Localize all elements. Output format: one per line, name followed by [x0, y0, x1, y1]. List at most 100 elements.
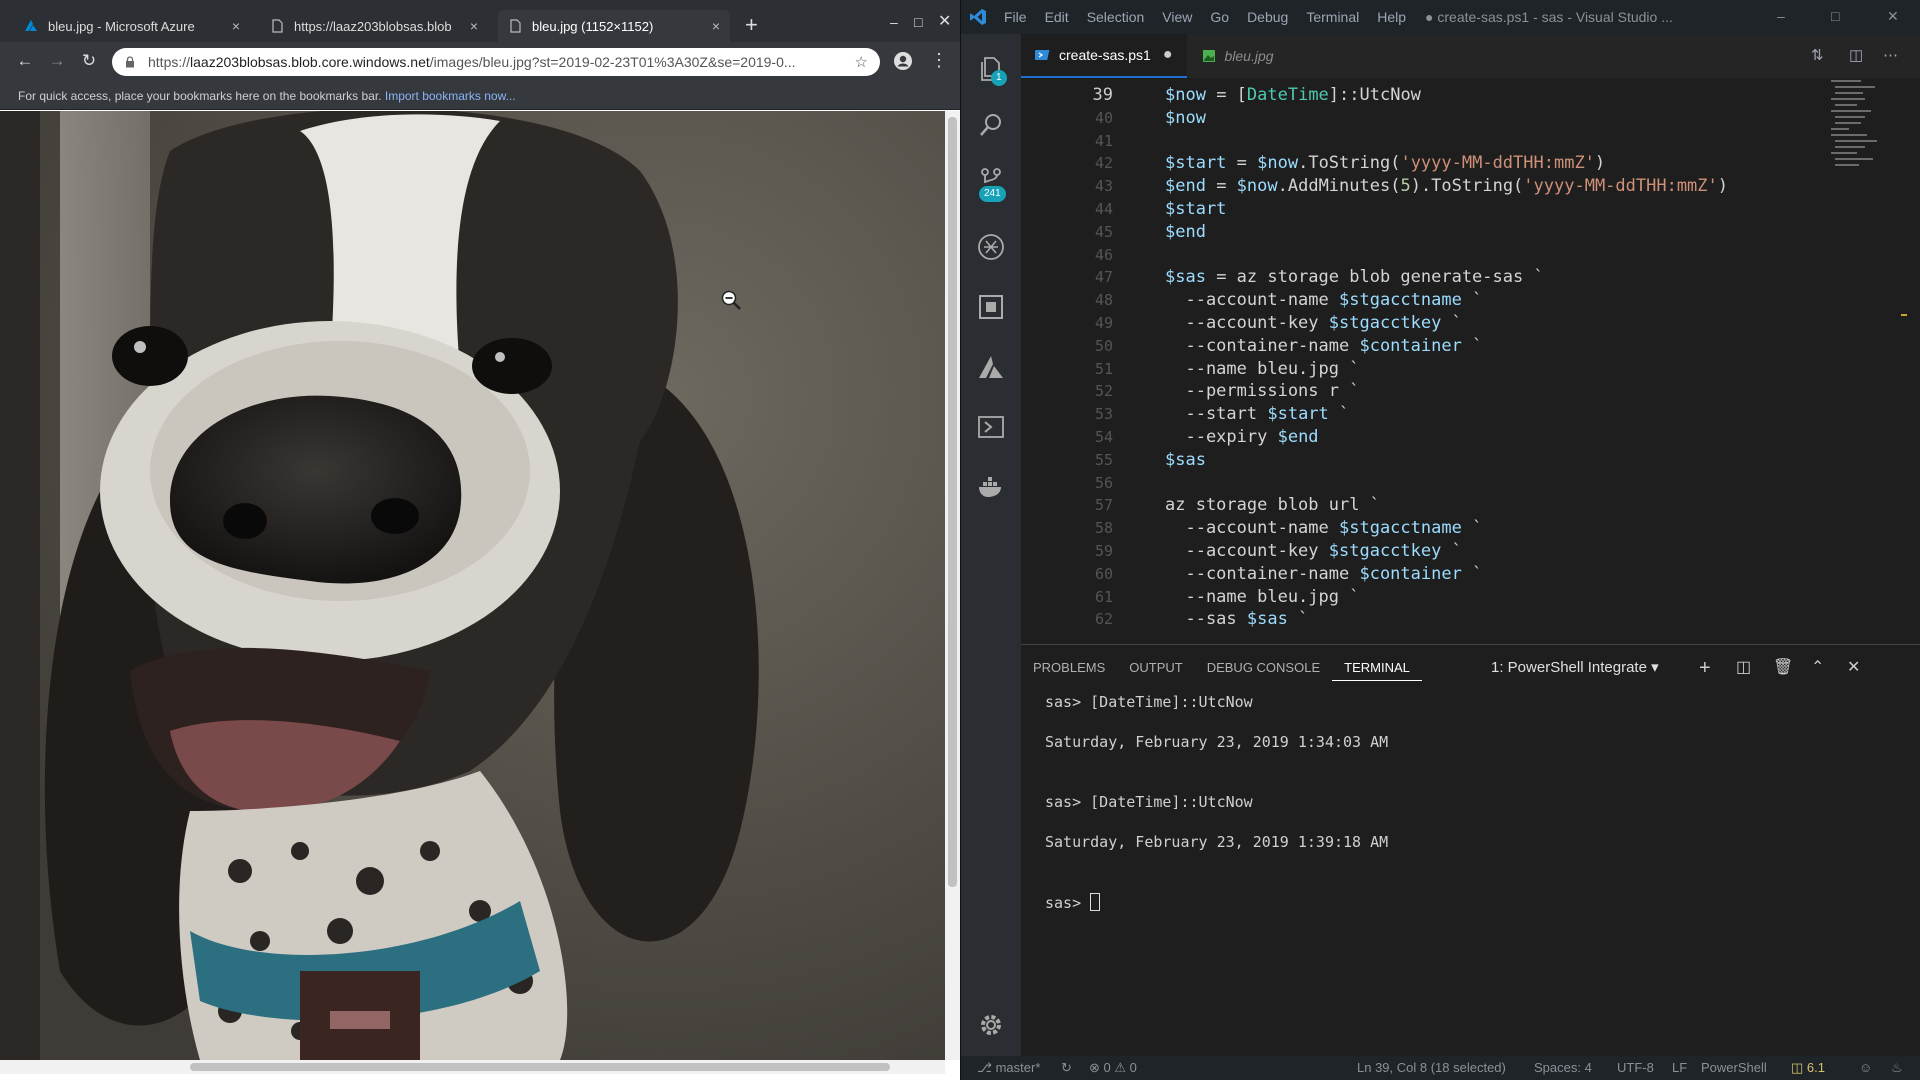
- end-of-line[interactable]: LF: [1672, 1060, 1687, 1075]
- code-line[interactable]: 57 az storage blob url `: [1021, 494, 1861, 517]
- explorer-icon[interactable]: 1: [961, 44, 1021, 94]
- cursor-position[interactable]: Ln 39, Col 8 (18 selected): [1357, 1060, 1506, 1075]
- powershell-icon[interactable]: [961, 402, 1021, 452]
- maximize-icon[interactable]: □: [1831, 8, 1839, 24]
- tab-create-sas[interactable]: create-sas.ps1 ●: [1021, 34, 1187, 78]
- code-editor[interactable]: 39 $now = [DateTime]::UtcNow 40 $now 41 42 $st…: [1021, 78, 1861, 644]
- menu-debug[interactable]: Debug: [1238, 9, 1297, 25]
- maximize-icon[interactable]: □: [914, 12, 922, 32]
- code-line[interactable]: 59 --account-key $stgacctkey `: [1021, 540, 1861, 563]
- tab-terminal[interactable]: TERMINAL: [1332, 657, 1422, 681]
- code-line[interactable]: 58 --account-name $stgacctname `: [1021, 517, 1861, 540]
- new-tab-button[interactable]: +: [745, 12, 758, 38]
- language-mode[interactable]: PowerShell: [1701, 1060, 1767, 1075]
- git-branch[interactable]: ⎇ master*: [977, 1060, 1040, 1076]
- scroll-thumb[interactable]: [948, 117, 957, 887]
- minimize-icon[interactable]: –: [890, 12, 898, 32]
- line-number: 60: [1094, 564, 1113, 583]
- tab-output[interactable]: OUTPUT: [1117, 657, 1194, 681]
- tab-bleu-jpg[interactable]: bleu.jpg: [1187, 34, 1288, 78]
- extensions-icon[interactable]: [961, 282, 1021, 332]
- browser-toolbar: ← → ↻ https://laaz203blobsas.blob.core.w…: [0, 42, 960, 80]
- menu-help[interactable]: Help: [1368, 9, 1415, 25]
- tab-problems[interactable]: PROBLEMS: [1021, 657, 1117, 681]
- code-line[interactable]: 46: [1021, 244, 1861, 267]
- code-line[interactable]: 39 $now = [DateTime]::UtcNow: [1021, 84, 1861, 107]
- terminal-prompt[interactable]: sas>: [1045, 893, 1101, 912]
- code-line[interactable]: 41: [1021, 130, 1861, 153]
- new-terminal-icon[interactable]: +: [1699, 657, 1711, 679]
- open-changes-icon[interactable]: ⇅: [1811, 46, 1824, 64]
- code-line[interactable]: 43 $end = $now.AddMinutes(5).ToString('yy…: [1021, 175, 1861, 198]
- line-number: 62: [1094, 610, 1113, 629]
- code-line[interactable]: 47 $sas = az storage blob generate-sas `: [1021, 266, 1861, 289]
- menu-terminal[interactable]: Terminal: [1297, 9, 1368, 25]
- problems-count[interactable]: ⊗ 0 ⚠ 0: [1089, 1060, 1137, 1076]
- code-line[interactable]: 62 --sas $sas `: [1021, 608, 1861, 631]
- close-icon[interactable]: ×: [232, 18, 240, 34]
- split-editor-icon[interactable]: ◫: [1849, 46, 1863, 64]
- code-line[interactable]: 44 $start: [1021, 198, 1861, 221]
- settings-gear-icon[interactable]: [961, 1000, 1021, 1050]
- menu-go[interactable]: Go: [1201, 9, 1238, 25]
- code-line[interactable]: 42 $start = $now.ToString('yyyy-MM-ddTHH:…: [1021, 152, 1861, 175]
- minimap[interactable]: [1831, 78, 1907, 644]
- forward-arrow-icon[interactable]: →: [46, 50, 68, 72]
- docker-icon[interactable]: [961, 462, 1021, 512]
- minimize-icon[interactable]: –: [1777, 8, 1785, 24]
- menu-view[interactable]: View: [1153, 9, 1201, 25]
- close-icon[interactable]: ×: [712, 18, 720, 34]
- close-panel-icon[interactable]: ✕: [1847, 657, 1860, 679]
- reload-icon[interactable]: ↻: [78, 50, 100, 72]
- code-line[interactable]: 51 --name bleu.jpg `: [1021, 358, 1861, 381]
- code-line[interactable]: 48 --account-name $stgacctname `: [1021, 289, 1861, 312]
- close-window-icon[interactable]: ✕: [1887, 8, 1899, 25]
- code-line[interactable]: 49 --account-key $stgacctkey `: [1021, 312, 1861, 335]
- code-line[interactable]: 53 --start $start `: [1021, 403, 1861, 426]
- split-terminal-icon[interactable]: ◫: [1736, 657, 1751, 679]
- feedback-icon[interactable]: ☺: [1859, 1060, 1872, 1075]
- tab-blob-url[interactable]: https://laaz203blobsas.blob ×: [260, 10, 488, 42]
- menu-file[interactable]: File: [995, 9, 1036, 25]
- tab-azure[interactable]: bleu.jpg - Microsoft Azure ×: [14, 10, 250, 42]
- azure-icon[interactable]: [961, 342, 1021, 392]
- address-bar[interactable]: https://laaz203blobsas.blob.core.windows…: [112, 48, 880, 76]
- code-line[interactable]: 56: [1021, 472, 1861, 495]
- close-window-icon[interactable]: ✕: [938, 12, 951, 32]
- code-line[interactable]: 52 --permissions r `: [1021, 380, 1861, 403]
- more-actions-icon[interactable]: ⋯: [1883, 46, 1898, 64]
- modified-dot[interactable]: ●: [1163, 46, 1173, 64]
- code-line[interactable]: 45 $end: [1021, 221, 1861, 244]
- code-line[interactable]: 40 $now: [1021, 107, 1861, 130]
- source-control-icon[interactable]: 241: [961, 156, 1021, 206]
- menu-dots-icon[interactable]: ⋮: [930, 50, 948, 70]
- scroll-thumb[interactable]: [190, 1063, 890, 1071]
- code-line[interactable]: 50 --container-name $container `: [1021, 335, 1861, 358]
- bookmark-star-icon[interactable]: ☆: [855, 53, 868, 71]
- indentation[interactable]: Spaces: 4: [1534, 1060, 1592, 1075]
- code-line[interactable]: 60 --container-name $container `: [1021, 563, 1861, 586]
- vertical-scrollbar[interactable]: [945, 111, 960, 1060]
- code-line[interactable]: 55 $sas: [1021, 449, 1861, 472]
- trash-icon[interactable]: 🗑: [1773, 657, 1793, 679]
- profile-icon[interactable]: [893, 51, 913, 71]
- import-bookmarks-link[interactable]: Import bookmarks now...: [385, 89, 516, 103]
- chevron-up-icon[interactable]: ⌃: [1811, 657, 1824, 679]
- bell-icon[interactable]: ♨: [1891, 1060, 1903, 1076]
- tab-debug-console[interactable]: DEBUG CONSOLE: [1195, 657, 1332, 681]
- encoding[interactable]: UTF-8: [1617, 1060, 1654, 1075]
- menu-selection[interactable]: Selection: [1078, 9, 1154, 25]
- terminal-select[interactable]: 1: PowerShell Integrate ▾: [1491, 657, 1681, 679]
- search-icon[interactable]: [961, 100, 1021, 150]
- powershell-version[interactable]: ◫ 6.1: [1791, 1060, 1825, 1076]
- horizontal-scrollbar[interactable]: [0, 1060, 945, 1074]
- image-viewer[interactable]: [0, 111, 945, 1060]
- sync-icon[interactable]: ↻: [1061, 1060, 1072, 1076]
- debug-icon[interactable]: [961, 222, 1021, 272]
- code-line[interactable]: 54 --expiry $end: [1021, 426, 1861, 449]
- menu-edit[interactable]: Edit: [1036, 9, 1078, 25]
- close-icon[interactable]: ×: [470, 18, 478, 34]
- back-arrow-icon[interactable]: ←: [14, 50, 36, 72]
- code-line[interactable]: 61 --name bleu.jpg `: [1021, 586, 1861, 609]
- tab-bleu-jpg[interactable]: bleu.jpg (1152×1152) ×: [498, 10, 730, 42]
